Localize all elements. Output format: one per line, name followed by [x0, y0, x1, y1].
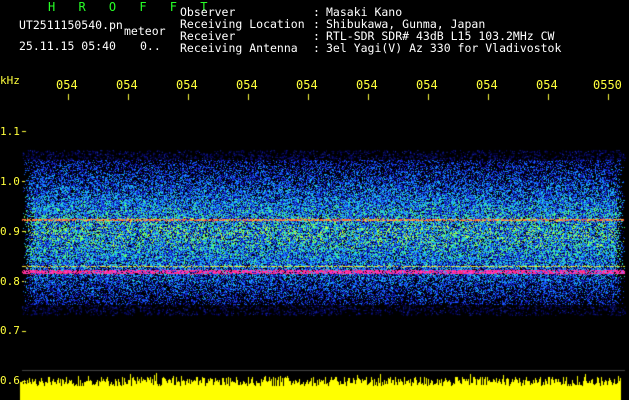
- y-tick-label: 0.8: [0, 275, 20, 288]
- y-tick-label: 0.7: [0, 324, 20, 337]
- x-tick-label: 054: [536, 78, 558, 92]
- y-tick-label: 1.0: [0, 175, 20, 188]
- timestamp-label: 25.11.15 05:40: [19, 39, 116, 53]
- meteor-tag: meteor: [124, 24, 166, 38]
- info-value-antenna: 3el Yagi(V) Az 330 for Vladivostok: [326, 41, 562, 55]
- y-tick-label: 1.1: [0, 125, 20, 138]
- spectrogram-window: H R O F F T UT2511150540.pn meteor 25.11…: [0, 0, 629, 400]
- x-tick-label: 054: [176, 78, 198, 92]
- y-tick-label: 0.6: [0, 374, 20, 387]
- x-tick-label: 0550: [593, 78, 622, 92]
- spectrogram-canvas: [0, 0, 629, 400]
- x-tick-label: 054: [56, 78, 78, 92]
- info-label-antenna: Receiving Antenna: [180, 41, 298, 55]
- x-tick-label: 054: [416, 78, 438, 92]
- x-tick-label: 054: [476, 78, 498, 92]
- filename-label: UT2511150540.pn: [19, 18, 123, 32]
- x-tick-label: 054: [236, 78, 258, 92]
- y-tick-label: 0.9: [0, 225, 20, 238]
- x-tick-label: 054: [116, 78, 138, 92]
- info-colon: :: [313, 41, 320, 55]
- y-axis-unit: kHz: [0, 74, 20, 87]
- x-tick-label: 054: [356, 78, 378, 92]
- count-label: 0..: [140, 39, 161, 53]
- x-tick-label: 054: [296, 78, 318, 92]
